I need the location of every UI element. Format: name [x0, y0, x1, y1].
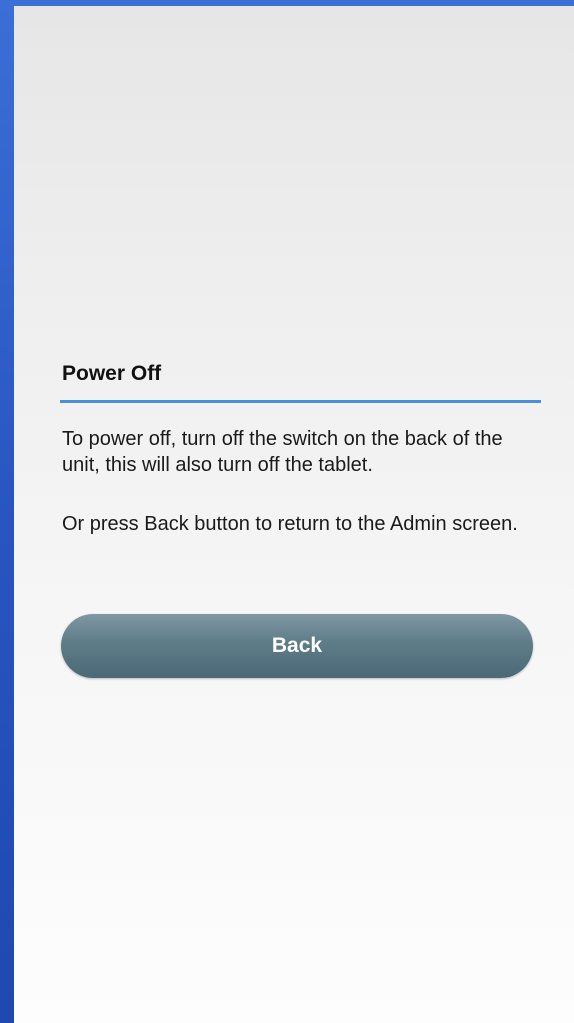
back-instructions: Or press Back button to return to the Ad…	[62, 513, 518, 535]
back-button[interactable]: Back	[61, 614, 533, 678]
title-divider	[60, 400, 541, 403]
dialog-title: Power Off	[62, 362, 162, 385]
power-off-instructions: To power off, turn off the switch on the…	[62, 428, 503, 476]
